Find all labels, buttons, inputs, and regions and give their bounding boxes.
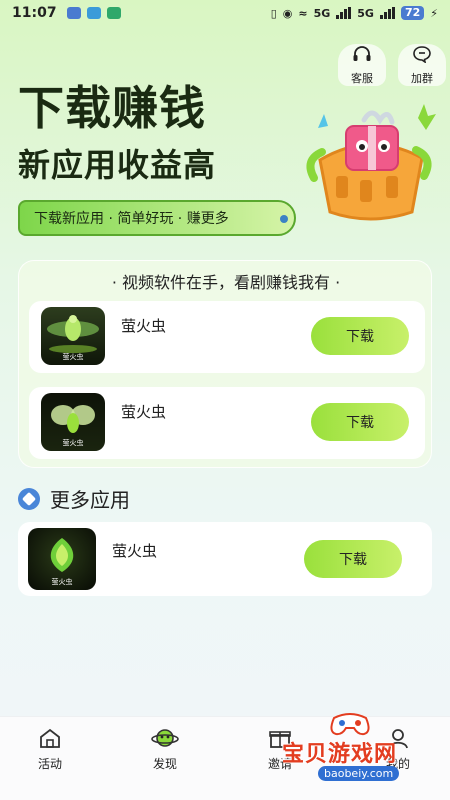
firefly-app-icon: 萤火虫 [28, 528, 96, 590]
hero-subtitle: 新应用收益高 [18, 146, 217, 184]
app-icon-label: 萤火虫 [62, 439, 84, 447]
app-name: 萤火虫 [112, 542, 158, 560]
status-bar: 11:07 ▯ ◉ ≈ 5G 5G 72 ⚡ [0, 0, 450, 26]
firefly-app-icon: 萤火虫 [41, 393, 105, 451]
hero-tagline: 下载新应用 · 简单好玩 · 赚更多 [18, 200, 296, 236]
list-item[interactable]: 萤火虫 萤火虫 下载 [18, 522, 432, 596]
hero-title: 下载赚钱 [18, 81, 206, 135]
charging-icon: ⚡ [430, 6, 438, 20]
featured-header: · 视频软件在手，看剧赚钱我有 · [111, 273, 341, 292]
signal-2-label: 5G [357, 6, 374, 20]
firefly-app-icon: 萤火虫 [41, 307, 105, 365]
hero-tagline-text: 下载新应用 · 简单好玩 · 赚更多 [34, 211, 229, 227]
customer-service-button[interactable]: 客服 [338, 44, 386, 86]
gamepad-icon [330, 713, 370, 736]
more-apps-header: 更多应用 [18, 484, 130, 513]
nav-item-discover[interactable]: 发现 [135, 727, 195, 772]
app-icon-label: 萤火虫 [62, 353, 84, 361]
headset-icon [352, 45, 372, 67]
featured-apps-card: · 视频软件在手，看剧赚钱我有 · 萤火虫 萤火虫 下载 萤火虫 萤火虫 下载 [18, 260, 432, 468]
message-icon [66, 7, 81, 19]
download-button[interactable]: 下载 [311, 317, 409, 355]
app-icon-label: 萤火虫 [51, 578, 73, 586]
tag-dot-icon [280, 215, 288, 223]
apps-diamond-icon [18, 487, 40, 510]
app-name: 萤火虫 [121, 317, 167, 335]
join-group-label: 加群 [411, 71, 433, 85]
app-row[interactable]: 萤火虫 萤火虫 下载 [29, 301, 425, 373]
app-notify-icon [106, 7, 121, 19]
notification-icons [66, 7, 121, 19]
signal-2-icon [379, 7, 395, 19]
vibrate-icon: ▯ [270, 6, 277, 20]
app-row[interactable]: 萤火虫 萤火虫 下载 [29, 387, 425, 459]
watermark: 宝贝游戏网 baobeiy.com [282, 706, 442, 790]
signal-1-label: 5G [313, 6, 331, 20]
nav-item-activity[interactable]: 活动 [20, 727, 80, 772]
watermark-text: 宝贝游戏网 [282, 742, 398, 767]
planet-icon [151, 729, 179, 747]
battery-indicator: 72 [400, 6, 425, 20]
download-button[interactable]: 下载 [304, 540, 402, 578]
status-time: 11:07 [12, 5, 57, 21]
download-button[interactable]: 下载 [311, 403, 409, 441]
chat-bubble-icon [412, 45, 432, 67]
home-icon [40, 728, 60, 748]
location-icon: ◉ [282, 6, 293, 20]
app-name: 萤火虫 [121, 403, 167, 421]
nav-label: 发现 [152, 757, 177, 771]
watermark-url: baobeiy.com [318, 766, 400, 781]
nav-label: 活动 [37, 757, 62, 771]
wifi-icon: ≈ [298, 6, 308, 20]
signal-1-icon [336, 7, 352, 19]
gift-basket-illustration [306, 104, 436, 221]
cloud-icon [86, 7, 101, 19]
more-apps-title: 更多应用 [50, 488, 130, 512]
customer-service-label: 客服 [351, 71, 373, 85]
status-right: ▯ ◉ ≈ 5G 5G 72 ⚡ [271, 6, 438, 20]
join-group-button[interactable]: 加群 [398, 44, 446, 86]
